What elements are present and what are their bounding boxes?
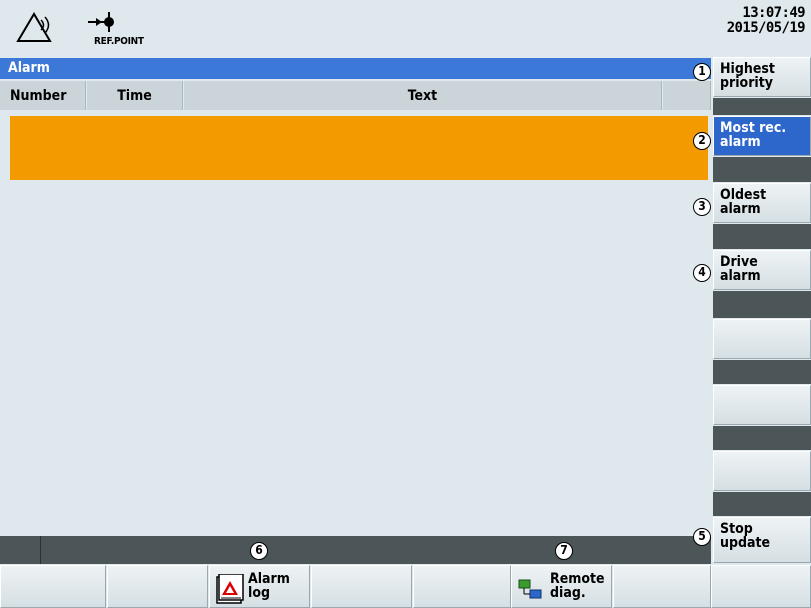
softkey-drive-alarm[interactable]: Drive alarm [713,250,811,290]
refpoint-label: REF.POINT [94,36,144,47]
softkey-separator [713,157,811,182]
callout-5: 5 [693,528,711,546]
callout-3: 3 [693,198,711,216]
network-computers-icon [518,574,546,607]
hsoftkey-7[interactable] [613,565,711,608]
callout-4: 4 [693,264,711,282]
softkey-separator [713,98,811,115]
date-display: 2015/05/19 [726,20,806,36]
softkey-separator [713,224,811,249]
alarm-log-label: Alarm log [248,571,290,601]
status-divider [40,536,41,564]
callout-2: 2 [693,132,711,150]
clock: 13:07:49 2015/05/19 [726,5,806,36]
softkey-separator [713,426,811,450]
softkey-empty-3[interactable] [713,451,811,491]
column-header-number[interactable]: Number [0,81,86,110]
alarm-row-selected[interactable] [10,116,708,180]
softkey-highest-priority[interactable]: Highest priority [713,57,811,97]
callout-6: 6 [250,542,268,560]
callout-7: 7 [555,542,573,560]
softkey-empty-2[interactable] [713,385,811,425]
warning-triangle-icon [12,10,72,48]
remote-diag-label: Remote diag. [550,571,605,601]
hsoftkey-1[interactable] [0,565,106,608]
softkey-empty-1[interactable] [713,319,811,359]
column-header-time[interactable]: Time [87,81,183,110]
alarm-log-icon [216,573,244,607]
hsoftkey-2[interactable] [107,565,208,608]
callout-1: 1 [693,63,711,81]
softkey-most-recent-alarm[interactable]: Most rec. alarm [713,116,811,156]
column-header-text[interactable]: Text [184,81,662,110]
alarm-window-title: Alarm [8,60,50,76]
alarm-title-bar [0,58,711,79]
alarm-log-button[interactable]: Alarm log [209,565,310,608]
softkey-oldest-alarm[interactable]: Oldest alarm [713,183,811,223]
softkey-separator [713,291,811,318]
hsoftkey-5[interactable] [413,565,511,608]
softkey-separator [713,360,811,384]
softkey-stop-update[interactable]: Stop update [713,517,811,563]
hsoftkey-4[interactable] [311,565,412,608]
remote-diag-button[interactable]: Remote diag. [511,565,612,608]
status-bar [0,536,711,564]
softkey-separator [713,492,811,516]
hsoftkey-8[interactable] [711,565,811,608]
time-display: 13:07:49 [742,5,805,21]
column-header-filler [663,81,711,110]
